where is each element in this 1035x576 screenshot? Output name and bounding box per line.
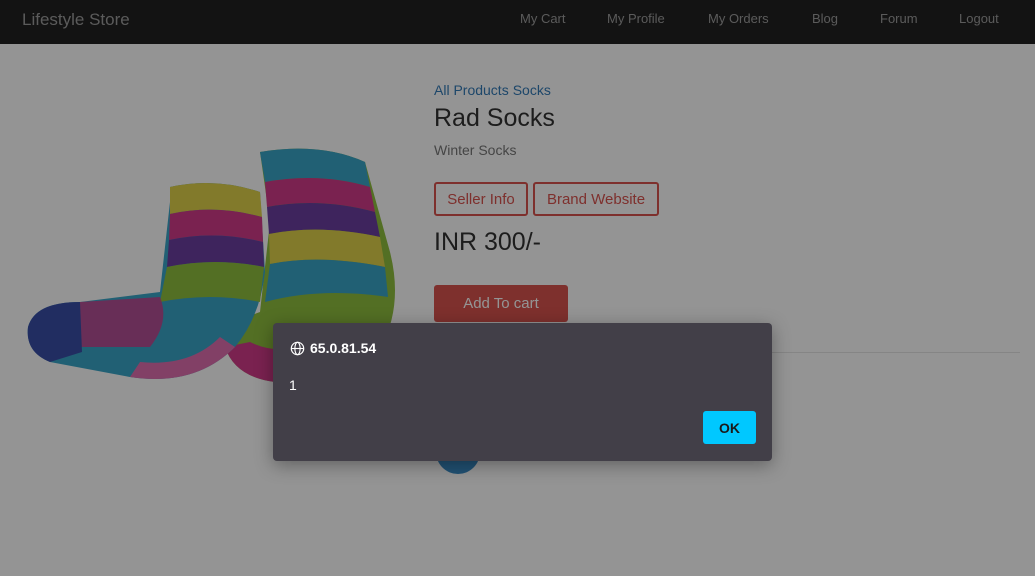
globe-icon [290, 341, 305, 355]
ok-button[interactable]: OK [703, 411, 756, 444]
dialog-origin: 65.0.81.54 [310, 340, 377, 356]
modal-backdrop [0, 0, 1035, 576]
alert-dialog: 65.0.81.54 1 OK [273, 323, 772, 461]
dialog-message: 1 [289, 377, 297, 393]
dialog-header: 65.0.81.54 [290, 340, 376, 356]
